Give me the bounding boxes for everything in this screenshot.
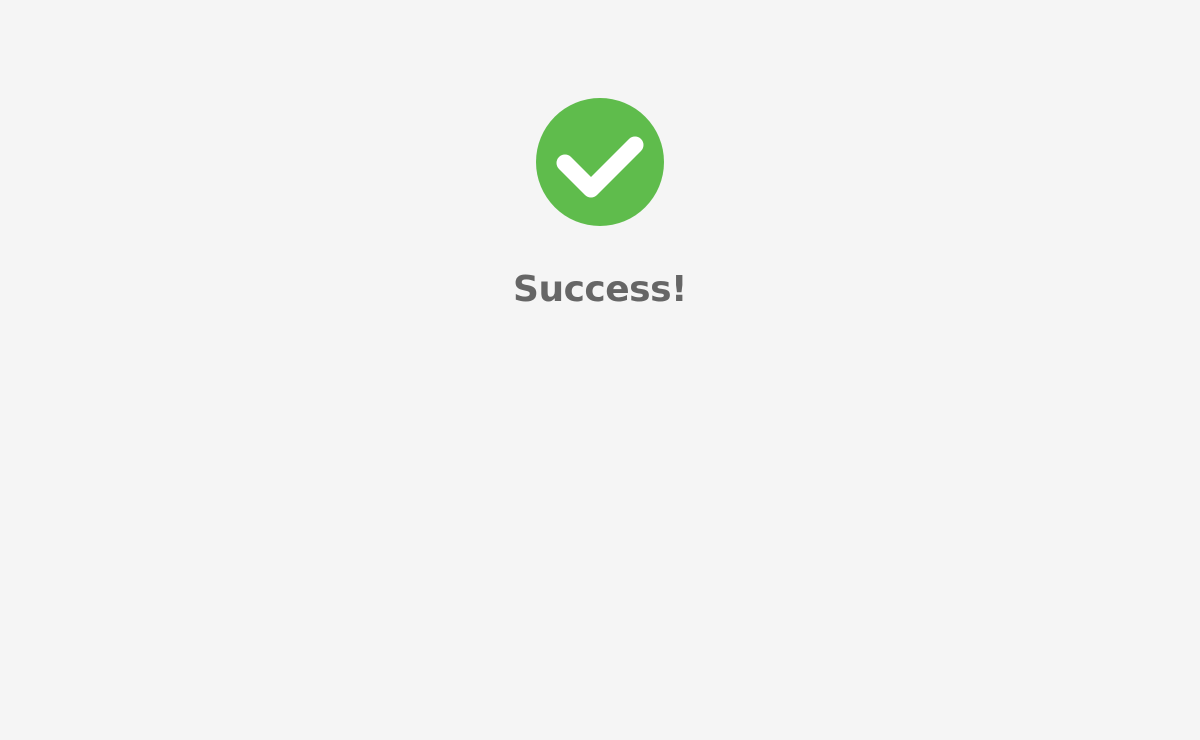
- success-page: Success!: [0, 0, 1200, 740]
- success-title: Success!: [513, 269, 687, 310]
- checkmark-icon: [536, 98, 664, 226]
- check-circle-icon: [536, 98, 664, 226]
- success-message: Success!: [0, 98, 1200, 310]
- check-circle-background: [536, 98, 664, 226]
